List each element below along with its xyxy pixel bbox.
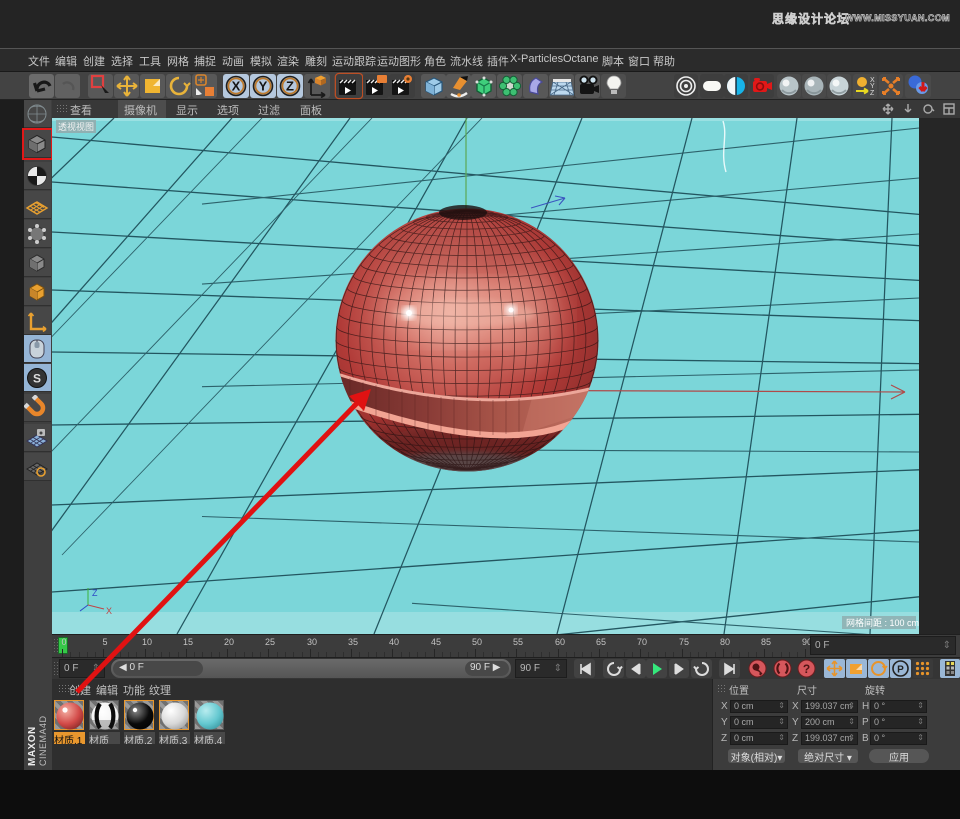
svg-text:S: S — [33, 372, 41, 386]
svg-text:网格间距 : 100 cm: 网格间距 : 100 cm — [846, 617, 919, 628]
svg-text:?: ? — [803, 662, 810, 676]
svg-text:透视视图: 透视视图 — [58, 121, 94, 132]
svg-text:Y: Y — [259, 79, 268, 94]
svg-text:Y: Y — [870, 83, 875, 90]
svg-text:Z: Z — [870, 90, 875, 97]
svg-text:X: X — [232, 79, 241, 94]
svg-text:P: P — [897, 665, 904, 676]
svg-text:Z: Z — [92, 588, 98, 598]
svg-text:X: X — [106, 606, 112, 616]
svg-text:Z: Z — [286, 79, 294, 94]
